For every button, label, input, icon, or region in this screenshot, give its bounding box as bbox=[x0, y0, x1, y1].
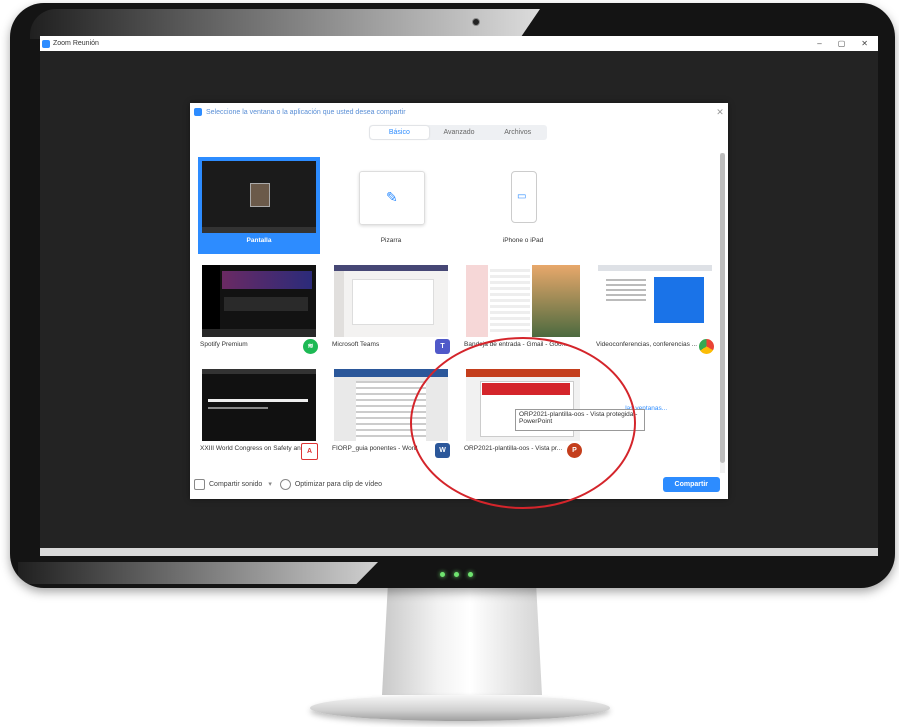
iphone-thumbnail: ▭ bbox=[466, 161, 580, 233]
spotify-thumbnail bbox=[202, 265, 316, 337]
chrome-icon bbox=[699, 339, 714, 354]
minimize-button[interactable]: – bbox=[817, 39, 821, 48]
share-item-pantalla[interactable]: Pantalla bbox=[198, 157, 320, 254]
close-icon[interactable]: ✕ bbox=[712, 107, 728, 118]
tab-basico[interactable]: Básico bbox=[370, 126, 429, 139]
dialog-header: Seleccione la ventana o la aplicación qu… bbox=[190, 103, 728, 121]
pdf-thumbnail bbox=[202, 369, 316, 441]
led-indicator bbox=[440, 572, 445, 577]
highlight-circle bbox=[410, 337, 636, 509]
item-label: iPhone o iPad bbox=[502, 237, 544, 244]
share-sound-checkbox[interactable] bbox=[194, 478, 205, 490]
share-button[interactable]: Compartir bbox=[662, 476, 720, 492]
whiteboard-thumbnail: ✎ bbox=[334, 161, 448, 233]
optimize-video-label: Optimizar para clip de vídeo bbox=[294, 480, 382, 488]
tab-avanzado[interactable]: Avanzado bbox=[430, 125, 489, 140]
share-item-teams[interactable]: Microsoft Teams T bbox=[330, 261, 452, 358]
screen-thumbnail bbox=[202, 161, 316, 233]
share-item-pizarra[interactable]: ✎ Pizarra bbox=[330, 157, 452, 254]
item-label: Microsoft Teams bbox=[332, 341, 380, 348]
monitor-stand-neck bbox=[382, 575, 542, 695]
dialog-scrollbar[interactable] bbox=[720, 153, 725, 473]
airplay-icon: ▭ bbox=[517, 191, 527, 202]
window-controls: – ▢ ✕ bbox=[817, 39, 878, 48]
monitor-leds bbox=[440, 572, 473, 577]
window-titlebar: Zoom Reunión – ▢ ✕ bbox=[40, 36, 878, 51]
tab-archivos[interactable]: Archivos bbox=[488, 125, 547, 140]
item-label: Videoconferencias, conferencias ... bbox=[596, 341, 698, 348]
chevron-down-icon[interactable]: ▾ bbox=[268, 480, 272, 488]
window-title: Zoom Reunión bbox=[53, 40, 99, 47]
maximize-button[interactable]: ▢ bbox=[838, 39, 846, 48]
share-item-spotify[interactable]: Spotify Premium ≋ bbox=[198, 261, 320, 358]
pencil-icon: ✎ bbox=[386, 189, 398, 205]
teams-icon: T bbox=[435, 339, 450, 354]
item-label: Pantalla bbox=[246, 237, 272, 244]
share-tabs: Básico Avanzado Archivos bbox=[369, 125, 547, 140]
share-sound-label: Compartir sonido bbox=[209, 480, 263, 488]
monitor-glare-top bbox=[30, 9, 540, 39]
pdf-icon: A bbox=[301, 443, 318, 460]
led-indicator bbox=[454, 572, 459, 577]
webcam-icon bbox=[472, 18, 480, 26]
item-label: Pizarra bbox=[380, 237, 402, 244]
spotify-icon: ≋ bbox=[303, 339, 318, 354]
share-item-iphone-ipad[interactable]: ▭ iPhone o iPad bbox=[462, 157, 584, 254]
gmail-thumbnail bbox=[466, 265, 580, 337]
monitor-glare-bottom bbox=[18, 562, 378, 584]
chrome-thumbnail bbox=[598, 265, 712, 337]
taskbar-strip bbox=[40, 548, 878, 556]
scrollbar-thumb[interactable] bbox=[720, 153, 725, 463]
teams-thumbnail bbox=[334, 265, 448, 337]
optimize-video-checkbox[interactable] bbox=[279, 478, 291, 490]
dialog-title: Seleccione la ventana o la aplicación qu… bbox=[206, 108, 406, 116]
zoom-logo-icon bbox=[194, 108, 202, 116]
share-item-pdf[interactable]: XXIII World Congress on Safety an... A bbox=[198, 365, 320, 462]
zoom-logo-icon bbox=[42, 39, 50, 48]
item-label: Spotify Premium bbox=[200, 341, 248, 348]
close-window-button[interactable]: ✕ bbox=[861, 39, 868, 48]
led-indicator bbox=[468, 572, 473, 577]
share-item-chrome[interactable]: Videoconferencias, conferencias ... bbox=[594, 261, 716, 358]
monitor-stand-base bbox=[310, 695, 610, 721]
